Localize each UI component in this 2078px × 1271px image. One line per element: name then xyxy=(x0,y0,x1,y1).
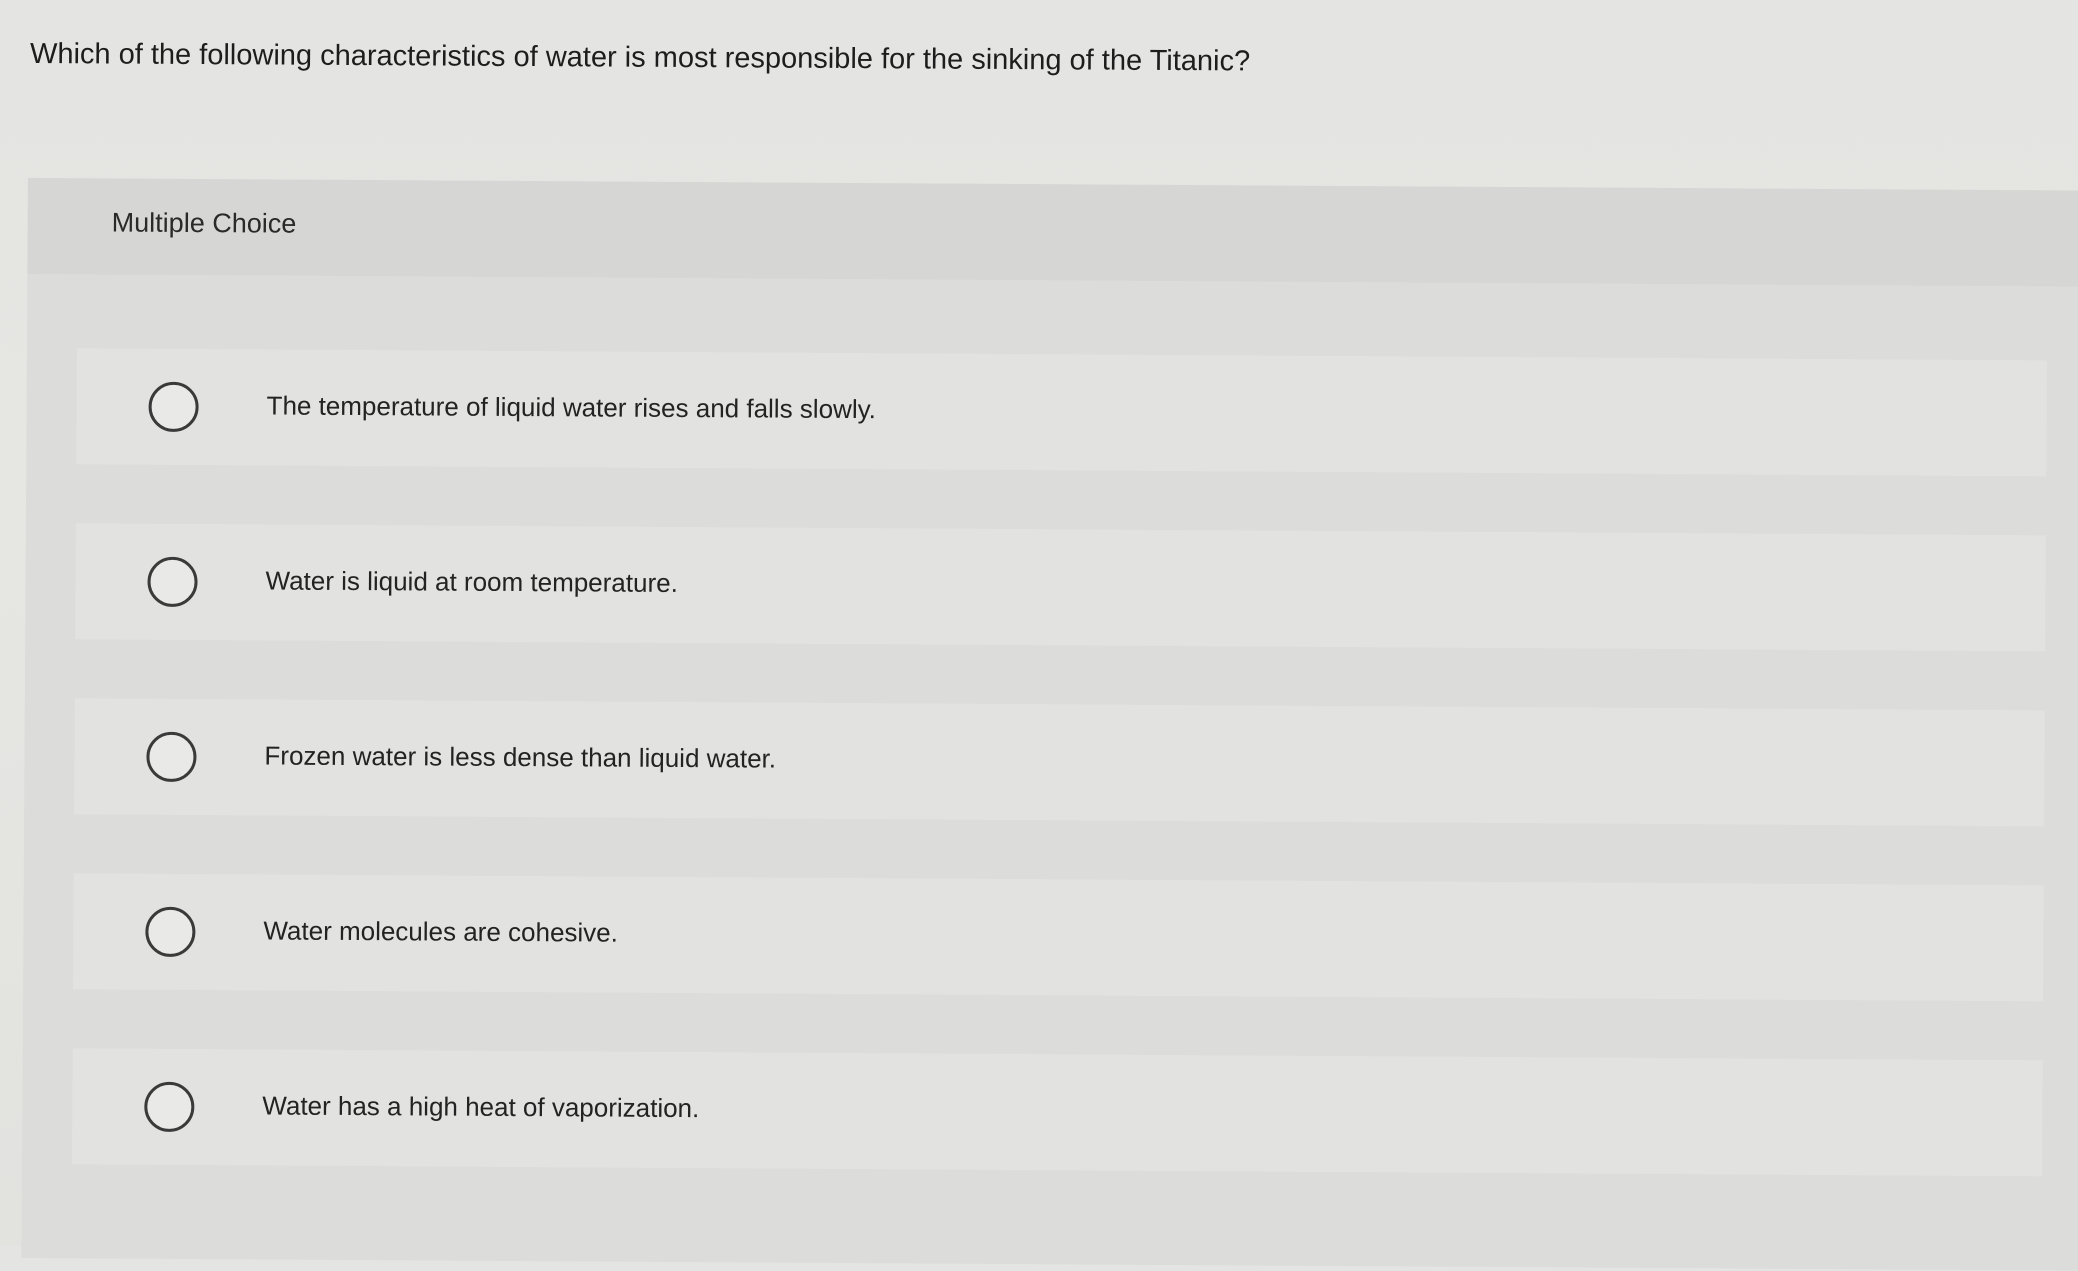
answer-option-1[interactable]: The temperature of liquid water rises an… xyxy=(76,348,2047,477)
multiple-choice-panel: Multiple Choice The temperature of liqui… xyxy=(21,178,2078,1271)
answer-option-label: Frozen water is less dense than liquid w… xyxy=(264,740,777,774)
answer-option-label: Water is liquid at room temperature. xyxy=(265,565,678,598)
multiple-choice-label: Multiple Choice xyxy=(111,207,297,239)
answer-option-5[interactable]: Water has a high heat of vaporization. xyxy=(71,1048,2043,1177)
answer-option-2[interactable]: Water is liquid at room temperature. xyxy=(75,523,2046,652)
answer-option-label: Water has a high heat of vaporization. xyxy=(262,1090,700,1124)
radio-unchecked-icon[interactable] xyxy=(148,381,199,433)
radio-unchecked-icon[interactable] xyxy=(147,556,198,608)
question-text: Which of the following characteristics o… xyxy=(29,38,1251,78)
answer-option-3[interactable]: Frozen water is less dense than liquid w… xyxy=(74,698,2045,827)
answer-option-label: Water molecules are cohesive. xyxy=(263,915,619,948)
multiple-choice-header: Multiple Choice xyxy=(27,178,2078,287)
answer-option-label: The temperature of liquid water rises an… xyxy=(266,390,877,425)
radio-unchecked-icon[interactable] xyxy=(145,906,196,958)
answer-option-4[interactable]: Water molecules are cohesive. xyxy=(73,873,2044,1002)
radio-unchecked-icon[interactable] xyxy=(146,731,197,783)
radio-unchecked-icon[interactable] xyxy=(144,1081,195,1133)
